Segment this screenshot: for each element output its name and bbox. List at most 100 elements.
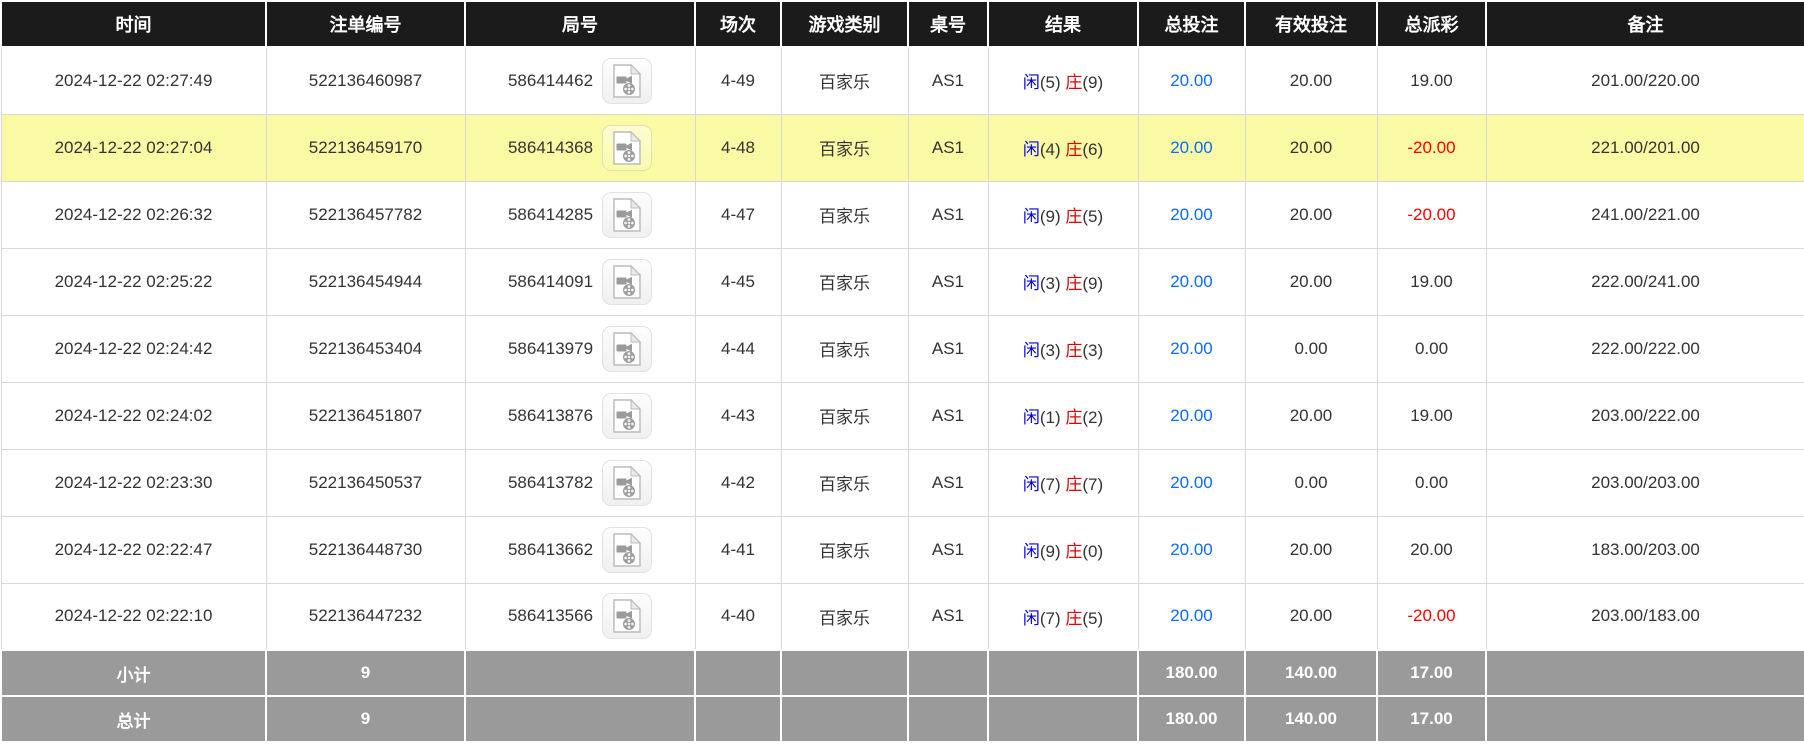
table-row[interactable]: 2024-12-22 02:25:22 522136454944 586414091… — [0, 247, 1804, 316]
footer-empty-cell — [780, 649, 909, 697]
video-replay-button[interactable] — [602, 258, 653, 305]
video-replay-button[interactable] — [602, 392, 653, 439]
cell-bet-id: 522136460987 — [265, 46, 466, 115]
result-player-score: (7) — [1039, 608, 1061, 628]
result-banker-label: 庄 — [1065, 207, 1083, 226]
footer-subtotal-count: 9 — [265, 649, 466, 697]
cell-total-bet: 20.00 — [1137, 180, 1246, 249]
footer-row-subtotal: 小计 9 180.00 140.00 17.00 — [0, 649, 1804, 697]
cell-total-bet: 20.00 — [1137, 314, 1246, 383]
cell-total-bet: 20.00 — [1137, 46, 1246, 115]
cell-table-no: AS1 — [907, 515, 989, 584]
page-bottom-spacer — [0, 743, 1804, 753]
footer-subtotal-total-payout: 17.00 — [1376, 649, 1487, 697]
cell-total-bet: 20.00 — [1137, 247, 1246, 316]
cell-result: 闲(7) 庄(7) — [987, 448, 1139, 517]
table-row[interactable]: 2024-12-22 02:23:30 522136450537 586413782… — [0, 448, 1804, 517]
round-id-text: 586414285 — [507, 204, 594, 224]
result-player-score: (7) — [1039, 475, 1061, 494]
table-row[interactable]: 2024-12-22 02:22:10 522136447232 586413566… — [0, 582, 1804, 651]
result-banker-score: (6) — [1082, 140, 1104, 159]
footer-grand-total-total-payout: 17.00 — [1376, 695, 1487, 743]
cell-total-payout: -20.00 — [1376, 180, 1487, 249]
cell-result: 闲(9) 庄(0) — [987, 515, 1139, 584]
cell-session: 4-43 — [694, 381, 782, 450]
result-player-score: (9) — [1039, 207, 1061, 226]
result-player-label: 闲 — [1022, 207, 1040, 226]
table-row[interactable]: 2024-12-22 02:27:49 522136460987 586414462… — [0, 46, 1804, 115]
cell-result: 闲(7) 庄(5) — [987, 582, 1139, 651]
cell-total-payout: -20.00 — [1376, 582, 1487, 651]
cell-game-type: 百家乐 — [780, 314, 909, 383]
table-footer: 小计 9 180.00 140.00 17.00 总计 9 180.00 140.00 17.00 — [0, 649, 1804, 743]
footer-subtotal-total-bet: 180.00 — [1137, 649, 1246, 697]
result-player-score: (3) — [1039, 341, 1061, 360]
cell-total-bet: 20.00 — [1137, 381, 1246, 450]
round-id-text: 586413782 — [507, 472, 594, 492]
table-row[interactable]: 2024-12-22 02:24:42 522136453404 586413979… — [0, 314, 1804, 383]
total-payout-value: 0.00 — [1414, 472, 1449, 492]
cell-round-id: 586414091 — [464, 247, 696, 316]
cell-total-payout: 19.00 — [1376, 247, 1487, 316]
cell-table-no: AS1 — [907, 247, 989, 316]
cell-bet-id: 522136450537 — [265, 448, 466, 517]
cell-session: 4-48 — [694, 113, 782, 182]
round-id-text: 586414462 — [507, 70, 594, 90]
result-player-label: 闲 — [1022, 608, 1040, 628]
total-bet-value: 20.00 — [1170, 70, 1213, 90]
cell-remark: 222.00/222.00 — [1485, 314, 1804, 383]
result-banker-label: 庄 — [1065, 274, 1083, 293]
total-bet-value: 20.00 — [1170, 405, 1213, 425]
cell-valid-bet: 0.00 — [1244, 314, 1378, 383]
cell-game-type: 百家乐 — [780, 515, 909, 584]
cell-session: 4-42 — [694, 448, 782, 517]
cell-session: 4-49 — [694, 46, 782, 115]
cell-round-id: 586413662 — [464, 515, 696, 584]
total-payout-value: 20.00 — [1410, 539, 1453, 559]
result-player-score: (1) — [1039, 408, 1061, 427]
footer-empty-cell — [464, 649, 696, 697]
result-player-label: 闲 — [1022, 274, 1040, 293]
video-replay-button[interactable] — [602, 593, 653, 640]
table-row[interactable]: 2024-12-22 02:24:02 522136451807 586413876… — [0, 381, 1804, 450]
footer-grand-total-label: 总计 — [0, 695, 267, 743]
result-player-label: 闲 — [1022, 475, 1040, 494]
result-banker-score: (5) — [1082, 608, 1104, 628]
video-file-icon — [613, 331, 642, 366]
cell-table-no: AS1 — [907, 582, 989, 651]
result-banker-score: (0) — [1082, 542, 1104, 561]
video-replay-button[interactable] — [602, 459, 653, 506]
cell-time: 2024-12-22 02:24:02 — [0, 381, 267, 450]
cell-valid-bet: 20.00 — [1244, 113, 1378, 182]
video-replay-button[interactable] — [602, 191, 653, 238]
table-header: 时间 注单编号 局号 场次 游戏类别 桌号 结果 总投注 有效投注 总派彩 备注 — [0, 0, 1804, 48]
video-replay-button[interactable] — [602, 124, 653, 171]
result-player-label: 闲 — [1022, 73, 1040, 93]
column-header-bet_id: 注单编号 — [265, 0, 466, 48]
total-payout-value: -20.00 — [1407, 204, 1456, 224]
total-bet-value: 20.00 — [1170, 472, 1213, 492]
video-replay-button[interactable] — [602, 526, 653, 573]
column-header-total_bet: 总投注 — [1137, 0, 1246, 48]
result-player-label: 闲 — [1022, 140, 1040, 159]
cell-total-bet: 20.00 — [1137, 448, 1246, 517]
cell-valid-bet: 20.00 — [1244, 180, 1378, 249]
video-file-icon — [613, 532, 642, 567]
cell-bet-id: 522136447232 — [265, 582, 466, 651]
cell-table-no: AS1 — [907, 113, 989, 182]
cell-round-id: 586413566 — [464, 582, 696, 651]
video-replay-button[interactable] — [602, 57, 653, 104]
cell-valid-bet: 0.00 — [1244, 448, 1378, 517]
table-row[interactable]: 2024-12-22 02:22:47 522136448730 586413662… — [0, 515, 1804, 584]
column-header-session: 场次 — [694, 0, 782, 48]
header-row: 时间 注单编号 局号 场次 游戏类别 桌号 结果 总投注 有效投注 总派彩 备注 — [0, 0, 1804, 48]
table-row[interactable]: 2024-12-22 02:26:32 522136457782 586414285… — [0, 180, 1804, 249]
cell-valid-bet: 20.00 — [1244, 582, 1378, 651]
video-replay-button[interactable] — [602, 325, 653, 372]
footer-grand-total-count: 9 — [265, 695, 466, 743]
cell-total-payout: -20.00 — [1376, 113, 1487, 182]
cell-table-no: AS1 — [907, 448, 989, 517]
table-row[interactable]: 2024-12-22 02:27:04 522136459170 586414368… — [0, 113, 1804, 182]
column-header-game_type: 游戏类别 — [780, 0, 909, 48]
total-bet-value: 20.00 — [1170, 271, 1213, 291]
